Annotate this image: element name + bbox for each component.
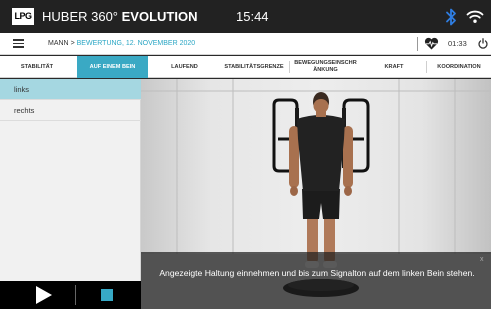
heart-rate-icon[interactable] xyxy=(424,37,439,50)
side-list: links rechts xyxy=(0,79,141,281)
tab-stabilitaetsgrenze[interactable]: STABILITÄTSGRENZE xyxy=(219,56,289,78)
app-title: HUBER 360° EVOLUTION xyxy=(42,8,197,25)
playback-controls xyxy=(0,281,141,309)
list-item-links[interactable]: links xyxy=(0,79,141,100)
lpg-logo: LPG xyxy=(12,8,34,25)
wifi-icon[interactable] xyxy=(466,9,484,24)
menu-icon[interactable] xyxy=(13,39,24,48)
tab-bar: STABILITÄT AUF EINEM BEIN LAUFEND STABIL… xyxy=(0,56,491,78)
tab-laufend[interactable]: LAUFEND xyxy=(151,56,218,78)
session-timer: 01:33 xyxy=(448,39,467,48)
status-bar: LPG HUBER 360° EVOLUTION 15:44 xyxy=(0,0,491,33)
breadcrumb-separator: > xyxy=(70,40,75,47)
close-icon[interactable]: x xyxy=(480,256,484,264)
bluetooth-icon xyxy=(446,8,456,26)
instruction-text: Angezeigte Haltung einnehmen und bis zum… xyxy=(159,268,475,278)
list-item-rechts[interactable]: rechts xyxy=(0,100,141,121)
stop-icon[interactable] xyxy=(101,289,113,301)
tab-kraft[interactable]: KRAFT xyxy=(362,56,426,78)
tab-auf-einem-bein[interactable]: AUF EINEM BEIN xyxy=(77,56,148,78)
breadcrumb-bar: MANN > BEWERTUNG, 12. NOVEMBER 2020 01:3… xyxy=(0,33,491,55)
clock: 15:44 xyxy=(236,9,269,24)
breadcrumb: MANN > BEWERTUNG, 12. NOVEMBER 2020 xyxy=(48,38,195,50)
app-title-bold: EVOLUTION xyxy=(121,9,198,24)
play-icon[interactable] xyxy=(36,286,52,304)
divider xyxy=(75,285,76,305)
power-icon[interactable] xyxy=(478,38,488,49)
breadcrumb-root[interactable]: MANN xyxy=(48,40,69,47)
app-title-light: HUBER 360° xyxy=(42,9,119,24)
tab-stabilitaet[interactable]: STABILITÄT xyxy=(0,56,74,78)
tab-koordination[interactable]: KOORDINATION xyxy=(427,56,491,78)
breadcrumb-current: BEWERTUNG, 12. NOVEMBER 2020 xyxy=(76,40,196,47)
divider xyxy=(417,37,418,51)
instruction-overlay: x Angezeigte Haltung einnehmen und bis z… xyxy=(141,252,491,309)
tab-bewegungseinschraenkung[interactable]: BEWEGUNGSEINSCHR ÄNKUNG xyxy=(290,56,361,78)
